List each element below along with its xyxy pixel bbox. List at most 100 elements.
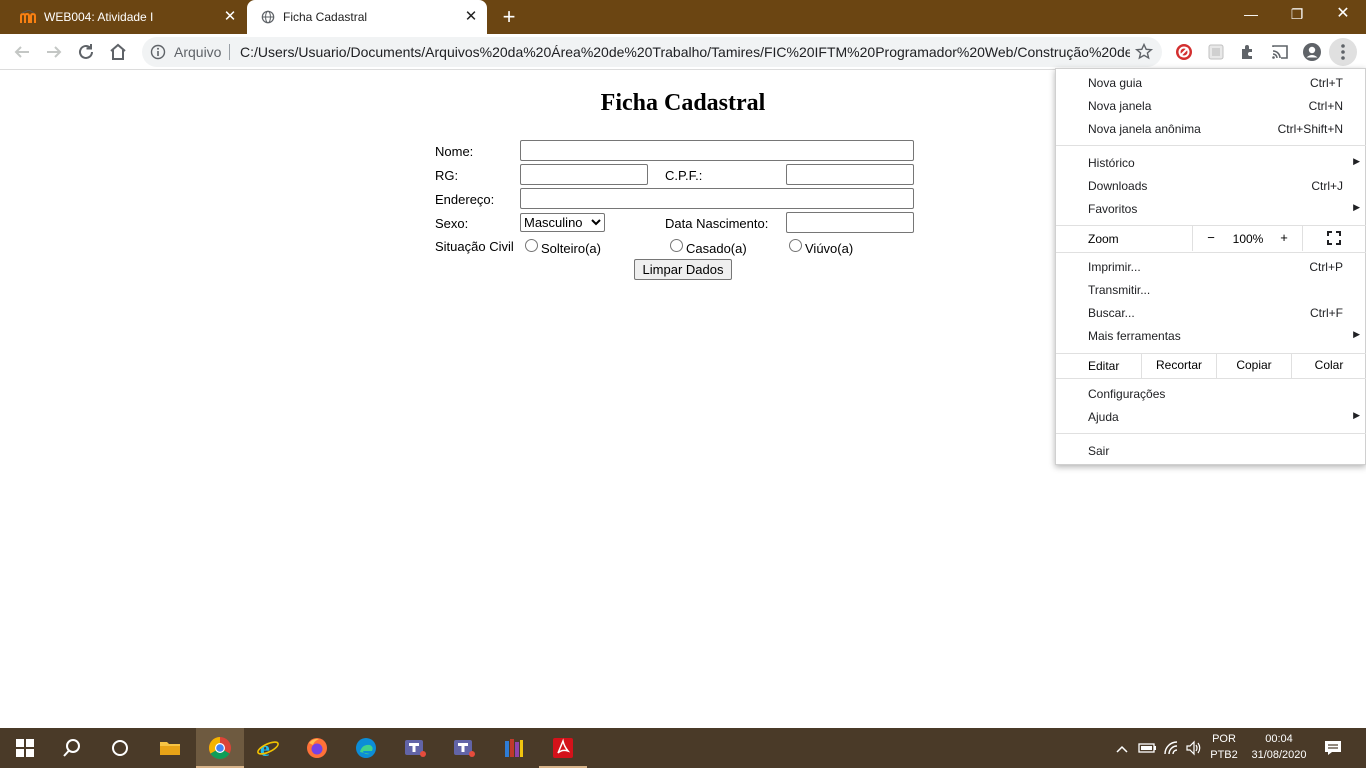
menu-item-print[interactable]: Imprimir... Ctrl+P bbox=[1056, 256, 1366, 279]
clock-time[interactable]: 00:04 bbox=[1246, 733, 1312, 745]
battery-icon[interactable] bbox=[1138, 741, 1158, 755]
chevron-down-icon bbox=[591, 219, 601, 226]
taskbar: e POR PTB2 00:04 31/08/2020 bbox=[0, 728, 1366, 768]
title-bar: WEB004: Atividade I ✕ Ficha Cadastral ✕ … bbox=[0, 0, 1366, 34]
menu-label: Sair bbox=[1088, 444, 1110, 458]
teams-icon bbox=[454, 740, 475, 757]
edge-icon bbox=[356, 738, 376, 758]
data-nascimento-input[interactable] bbox=[786, 212, 914, 233]
taskbar-chrome[interactable] bbox=[196, 728, 244, 768]
tab-close-icon[interactable]: ✕ bbox=[463, 9, 479, 25]
menu-shortcut: Ctrl+N bbox=[1308, 99, 1343, 113]
home-icon[interactable] bbox=[106, 40, 130, 64]
profile-avatar-icon[interactable] bbox=[1302, 42, 1322, 62]
taskbar-acrobat[interactable] bbox=[539, 728, 587, 768]
limpar-dados-button[interactable]: Limpar Dados bbox=[634, 259, 732, 280]
taskbar-teams-1[interactable] bbox=[391, 728, 439, 768]
cut-button[interactable]: Recortar bbox=[1142, 358, 1216, 372]
menu-item-help[interactable]: Ajuda ▶ bbox=[1056, 406, 1366, 429]
paste-button[interactable]: Colar bbox=[1292, 358, 1366, 372]
menu-item-history[interactable]: Histórico ▶ bbox=[1056, 152, 1366, 175]
internet-explorer-icon: e bbox=[257, 736, 279, 760]
menu-item-exit[interactable]: Sair bbox=[1056, 440, 1366, 463]
menu-button[interactable] bbox=[1329, 38, 1357, 66]
zoom-in-button[interactable]: + bbox=[1273, 230, 1295, 245]
casado-label: Casado(a) bbox=[686, 241, 747, 256]
cpf-input[interactable] bbox=[786, 164, 914, 185]
menu-shortcut: Ctrl+J bbox=[1311, 179, 1343, 193]
taskbar-internet-explorer[interactable]: e bbox=[244, 728, 292, 768]
tab-title: WEB004: Atividade I bbox=[44, 10, 154, 24]
situacao-civil-label: Situação Civil bbox=[435, 239, 514, 254]
endereco-input[interactable] bbox=[520, 188, 914, 209]
taskbar-firefox[interactable] bbox=[293, 728, 341, 768]
notifications-icon[interactable] bbox=[1324, 739, 1342, 757]
start-button[interactable] bbox=[0, 728, 48, 768]
menu-item-bookmarks[interactable]: Favoritos ▶ bbox=[1056, 198, 1366, 221]
new-tab-button[interactable]: + bbox=[498, 6, 520, 28]
keyboard-layout[interactable]: PTB2 bbox=[1208, 749, 1240, 761]
cpf-label: C.P.F.: bbox=[665, 168, 703, 183]
menu-item-downloads[interactable]: Downloads Ctrl+J bbox=[1056, 175, 1366, 198]
submenu-arrow-icon: ▶ bbox=[1353, 156, 1360, 166]
solteiro-radio[interactable] bbox=[525, 239, 538, 252]
wifi-icon[interactable] bbox=[1163, 740, 1181, 756]
casado-radio[interactable] bbox=[670, 239, 683, 252]
solteiro-label: Solteiro(a) bbox=[541, 241, 601, 256]
menu-item-more-tools[interactable]: Mais ferramentas ▶ bbox=[1056, 325, 1366, 348]
menu-item-cast[interactable]: Transmitir... bbox=[1056, 279, 1366, 302]
menu-item-incognito[interactable]: Nova janela anônima Ctrl+Shift+N bbox=[1056, 118, 1366, 141]
nome-label: Nome: bbox=[435, 144, 474, 159]
menu-item-new-window[interactable]: Nova janela Ctrl+N bbox=[1056, 95, 1366, 118]
endereco-label: Endereço: bbox=[435, 192, 495, 207]
extension-red-icon[interactable] bbox=[1174, 42, 1194, 62]
browser-menu: Nova guia Ctrl+T Nova janela Ctrl+N Nova… bbox=[1055, 68, 1366, 465]
forward-icon[interactable] bbox=[42, 40, 66, 64]
nome-input[interactable] bbox=[520, 140, 914, 161]
tab-close-icon[interactable]: ✕ bbox=[222, 9, 238, 25]
firefox-icon bbox=[307, 738, 327, 758]
taskbar-books-app[interactable] bbox=[490, 728, 538, 768]
copy-button[interactable]: Copiar bbox=[1217, 358, 1291, 372]
back-icon[interactable] bbox=[10, 40, 34, 64]
tab-web004[interactable]: WEB004: Atividade I ✕ bbox=[0, 0, 246, 34]
moodle-icon bbox=[20, 10, 36, 23]
fullscreen-icon[interactable] bbox=[1327, 231, 1341, 245]
cortana-circle-icon bbox=[112, 740, 128, 756]
search-button[interactable] bbox=[48, 728, 96, 768]
menu-item-find[interactable]: Buscar... Ctrl+F bbox=[1056, 302, 1366, 325]
restore-button[interactable]: ❐ bbox=[1274, 0, 1320, 30]
input-language[interactable]: POR bbox=[1208, 733, 1240, 745]
cast-icon[interactable] bbox=[1270, 42, 1290, 62]
reload-icon[interactable] bbox=[74, 40, 98, 64]
browser-toolbar: Arquivo C:/Users/Usuario/Documents/Arqui… bbox=[0, 34, 1366, 70]
taskbar-teams-2[interactable] bbox=[440, 728, 488, 768]
minimize-button[interactable]: — bbox=[1228, 0, 1274, 30]
menu-shortcut: Ctrl+Shift+N bbox=[1277, 122, 1343, 136]
zoom-out-button[interactable]: − bbox=[1200, 230, 1222, 245]
volume-icon[interactable] bbox=[1185, 740, 1203, 756]
sexo-select[interactable]: Masculino bbox=[520, 213, 605, 232]
task-view-button[interactable] bbox=[96, 728, 144, 768]
search-icon bbox=[63, 739, 80, 757]
close-window-button[interactable]: ✕ bbox=[1320, 0, 1366, 30]
submenu-arrow-icon: ▶ bbox=[1353, 410, 1360, 420]
clock-date[interactable]: 31/08/2020 bbox=[1246, 749, 1312, 761]
taskbar-file-explorer[interactable] bbox=[146, 728, 194, 768]
bookmark-star-icon[interactable] bbox=[1134, 42, 1154, 62]
menu-item-settings[interactable]: Configurações bbox=[1056, 383, 1366, 406]
show-hidden-icons-icon[interactable] bbox=[1115, 742, 1129, 756]
address-bar[interactable]: Arquivo C:/Users/Usuario/Documents/Arqui… bbox=[142, 37, 1162, 67]
extension-gray-icon[interactable] bbox=[1206, 42, 1226, 62]
extensions-puzzle-icon[interactable] bbox=[1238, 42, 1258, 62]
info-icon[interactable] bbox=[150, 44, 166, 60]
url-text[interactable]: C:/Users/Usuario/Documents/Arquivos%20da… bbox=[240, 44, 1130, 60]
taskbar-edge[interactable] bbox=[342, 728, 390, 768]
books-icon bbox=[505, 739, 523, 757]
menu-item-new-tab[interactable]: Nova guia Ctrl+T bbox=[1056, 72, 1366, 95]
menu-divider bbox=[1056, 145, 1366, 146]
rg-input[interactable] bbox=[520, 164, 648, 185]
viuvo-radio[interactable] bbox=[789, 239, 802, 252]
menu-label: Nova janela anônima bbox=[1088, 122, 1201, 136]
tab-ficha-cadastral[interactable]: Ficha Cadastral ✕ bbox=[247, 0, 487, 34]
